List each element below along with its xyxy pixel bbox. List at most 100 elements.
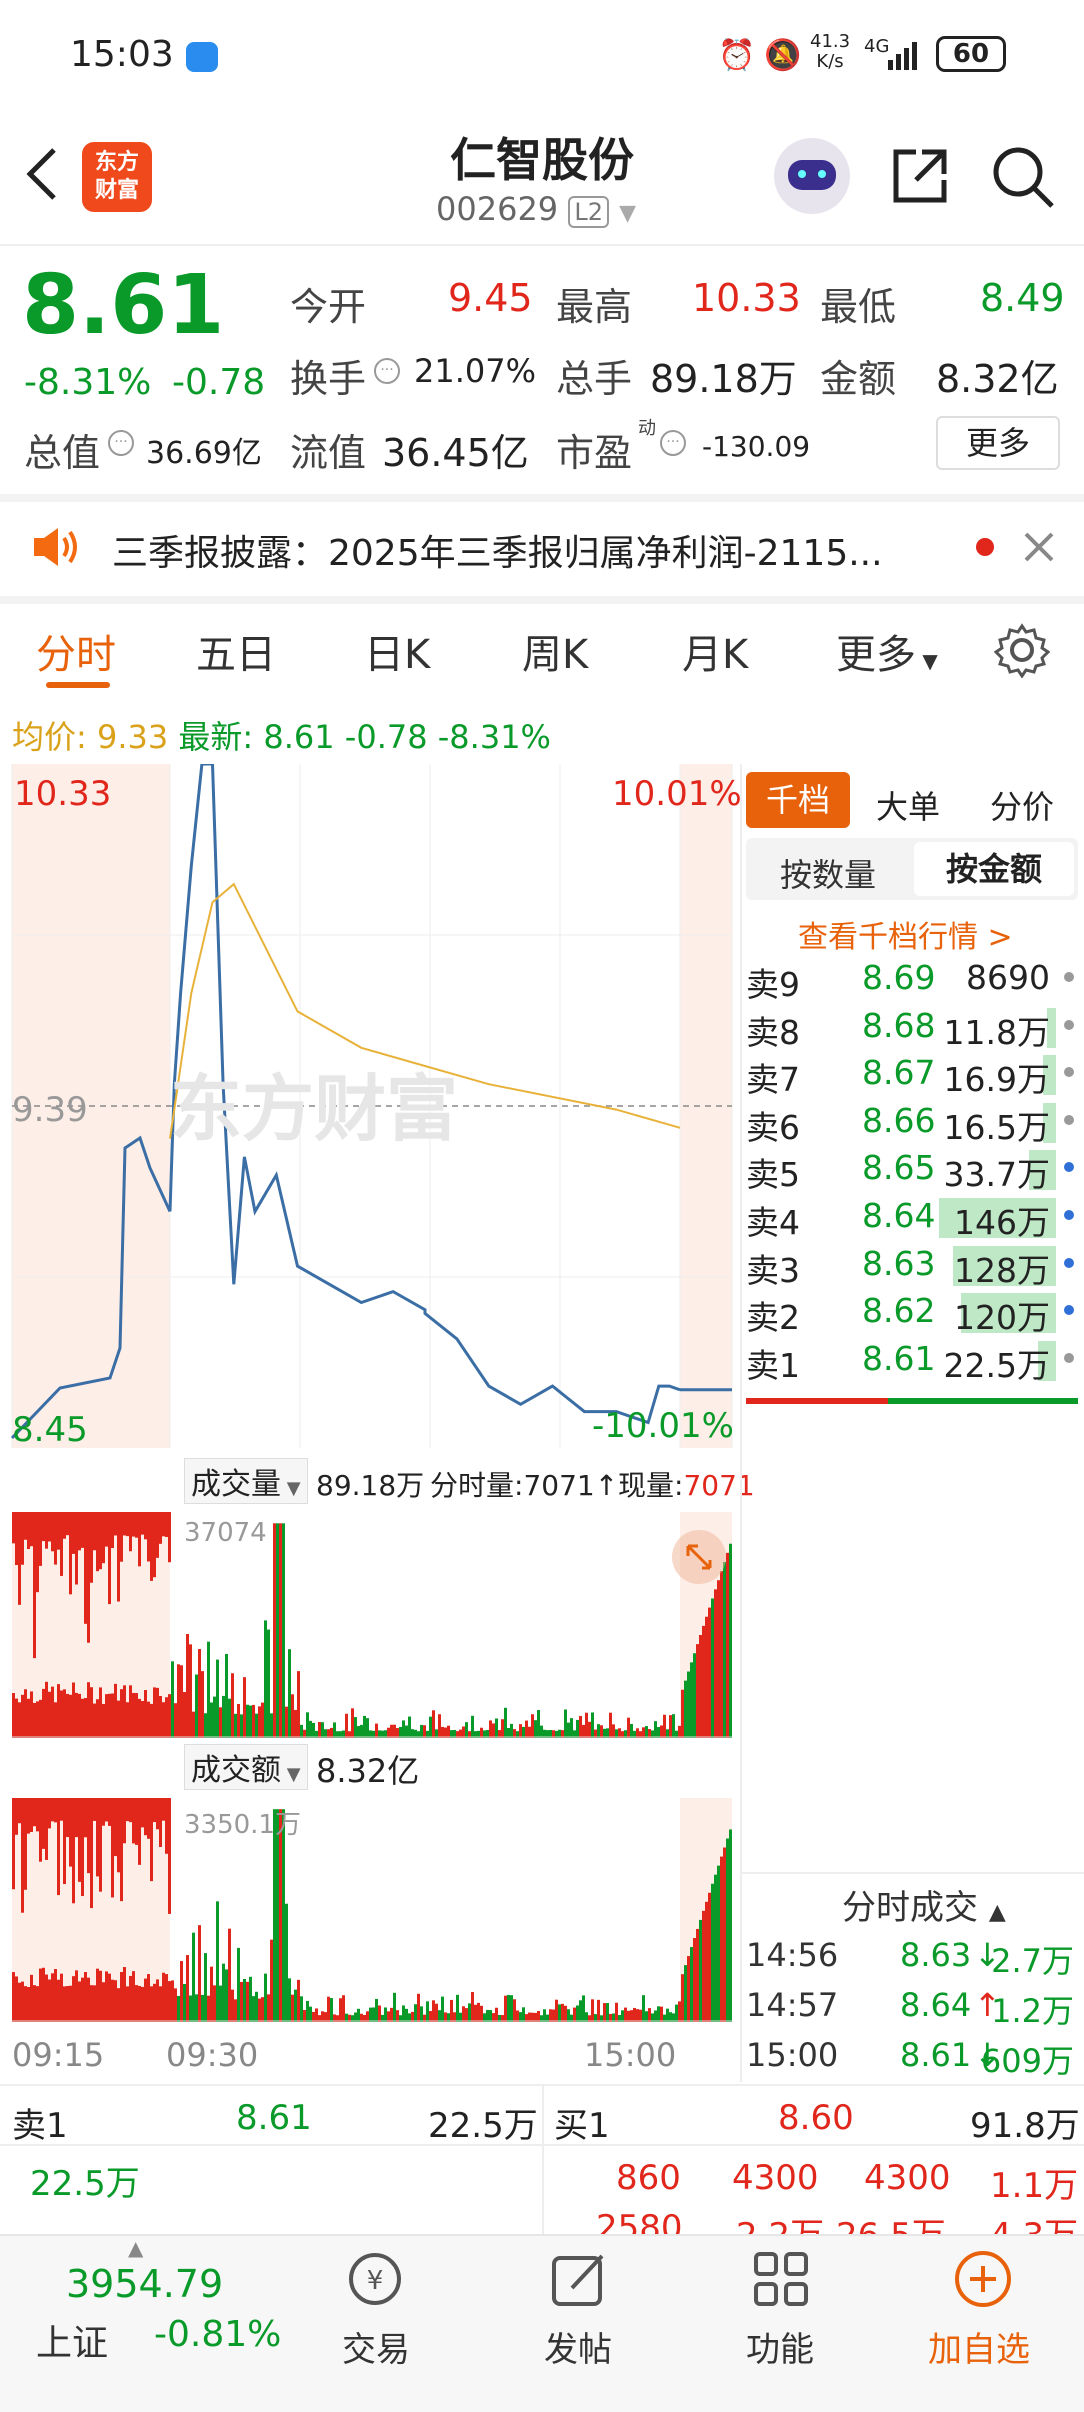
bar — [264, 1973, 267, 2022]
bid-row[interactable]: 买6 8.55 82.2万 — [746, 1654, 1078, 1700]
bar — [126, 1986, 129, 2022]
add-watchlist-icon[interactable] — [952, 2248, 1014, 2314]
bid-row[interactable]: 买7 8.54 60.8万 — [746, 1702, 1078, 1748]
ask-row[interactable]: 卖7 8.67 16.9万 — [746, 1051, 1078, 1099]
chevron-up-icon[interactable]: ▲ — [128, 2236, 143, 2260]
tab-thousand-level[interactable]: 千档 — [746, 772, 850, 828]
ask-row[interactable]: 卖1 8.61 22.5万 — [746, 1337, 1078, 1385]
search-icon[interactable] — [990, 144, 1056, 214]
bar — [591, 1999, 594, 2022]
ask-row[interactable]: 卖8 8.68 11.8万 — [746, 1004, 1078, 1052]
info-icon[interactable]: ··· — [108, 430, 134, 456]
ask-row[interactable]: 卖4 8.64 146万 — [746, 1194, 1078, 1242]
bar — [84, 1697, 87, 1738]
ask-row[interactable]: 卖2 8.62 120万 — [746, 1289, 1078, 1337]
x-tick-0915: 09:15 — [12, 2036, 105, 2074]
bar — [387, 2011, 390, 2022]
bar — [228, 1928, 231, 2022]
bid-row[interactable]: 买9 8.52 27.1万 — [746, 1797, 1078, 1843]
bar — [432, 1710, 435, 1738]
volume-panel-selector[interactable]: 成交量 ▼ — [184, 1458, 308, 1504]
bar — [150, 1798, 153, 1882]
tab-daily-k[interactable]: 日K — [364, 622, 430, 680]
tab-more[interactable]: 更多 ▼ — [836, 622, 938, 680]
bar — [291, 1994, 294, 2022]
tab-intraday[interactable]: 分时 — [36, 622, 116, 680]
tick-trades-title[interactable]: 分时成交 ▲ — [842, 1880, 1006, 1929]
buy1-detail-c: 4300 — [864, 2158, 951, 2198]
bid-row[interactable]: 买2 8.59 81.2万 — [746, 1464, 1078, 1510]
bar — [417, 1993, 420, 2022]
ask-row[interactable]: 卖6 8.66 16.5万 — [746, 1099, 1078, 1147]
robot-assistant-icon[interactable] — [774, 138, 850, 214]
nav-trade[interactable]: 交易 — [342, 2322, 410, 2371]
trade-icon[interactable]: ¥ — [344, 2248, 406, 2314]
ask-row[interactable]: 卖5 8.65 33.7万 — [746, 1146, 1078, 1194]
index-name[interactable]: 上证 — [36, 2314, 108, 2366]
notice-text[interactable]: 三季报披露：2025年三季报归属净利润-2115... — [112, 524, 883, 576]
bar — [264, 1620, 267, 1738]
bid-row[interactable]: 买1 8.60 91.8万 — [746, 1416, 1078, 1462]
nav-functions[interactable]: 功能 — [746, 2322, 814, 2371]
nav-add-watchlist[interactable]: 加自选 — [928, 2322, 1030, 2371]
bar — [612, 1724, 615, 1738]
ask-row[interactable]: 卖3 8.63 128万 — [746, 1242, 1078, 1290]
level-label: 买3 — [746, 1520, 800, 1560]
bar — [462, 2006, 465, 2022]
tab-five-day[interactable]: 五日 — [196, 622, 276, 680]
bar — [693, 1653, 696, 1738]
index-change[interactable]: -0.81% — [154, 2314, 281, 2355]
bar — [18, 1798, 21, 1824]
share-icon[interactable] — [888, 144, 952, 212]
bid-row[interactable]: 买8 8.53 67.5万 — [746, 1749, 1078, 1795]
subtab-by-quantity[interactable]: 按数量 — [780, 850, 876, 896]
bar — [429, 1716, 432, 1738]
nav-post[interactable]: 发帖 — [544, 2322, 612, 2371]
amount-panel-selector[interactable]: 成交额 ▼ — [184, 1744, 308, 1790]
bar — [282, 1523, 285, 1738]
settings-gear-icon[interactable] — [993, 622, 1051, 682]
status-dot — [1064, 1019, 1074, 1030]
more-button[interactable]: 更多 — [936, 416, 1060, 470]
bar — [693, 1938, 696, 2022]
bid-row[interactable]: 买4 8.57 6.6万 — [746, 1559, 1078, 1605]
close-icon[interactable] — [1020, 528, 1058, 570]
bar — [564, 1709, 567, 1738]
subtab-by-amount[interactable]: 按金额 — [914, 842, 1074, 896]
volume-bar — [1006, 1515, 1056, 1555]
ask-row[interactable]: 卖9 8.69 8690 — [746, 956, 1078, 1004]
functions-icon[interactable] — [750, 2248, 812, 2314]
bar — [255, 1713, 258, 1738]
bar — [711, 1883, 714, 2022]
status-dot — [1064, 972, 1074, 982]
tab-big-orders[interactable]: 大单 — [876, 782, 940, 828]
post-icon[interactable] — [548, 2248, 610, 2314]
view-thousand-level-link[interactable]: 查看千档行情 > — [798, 912, 1013, 956]
bar — [645, 1726, 648, 1738]
bar — [114, 1683, 117, 1738]
bar — [129, 1975, 132, 2022]
index-value[interactable]: 3954.79 — [66, 2262, 223, 2306]
bar — [153, 1798, 156, 1823]
bar — [60, 1798, 63, 1821]
bar — [405, 1725, 408, 1738]
bar — [150, 1703, 153, 1738]
level-price: 8.62 — [862, 1291, 936, 1331]
bar — [246, 1704, 249, 1738]
stock-code-row[interactable]: 002629 L2 ▼ — [436, 190, 636, 228]
status-dot — [1064, 1210, 1074, 1220]
bar — [105, 1798, 108, 1822]
tab-monthly-k[interactable]: 月K — [682, 622, 748, 680]
expand-icon[interactable] — [672, 1530, 726, 1584]
bar — [165, 1798, 168, 1854]
tab-weekly-k[interactable]: 周K — [522, 622, 588, 680]
bar — [180, 1961, 183, 2022]
status-dot — [1064, 1527, 1074, 1537]
info-icon[interactable]: ··· — [374, 358, 400, 384]
bid-row[interactable]: 买3 8.58 63.1万 — [746, 1511, 1078, 1557]
battery-icon: 60 — [936, 36, 1006, 72]
bid-row[interactable]: 买5 8.56 10.6万 — [746, 1606, 1078, 1652]
tab-price-distribution[interactable]: 分价 — [990, 782, 1054, 828]
info-icon[interactable]: ··· — [660, 430, 686, 456]
bar — [729, 1829, 732, 2022]
